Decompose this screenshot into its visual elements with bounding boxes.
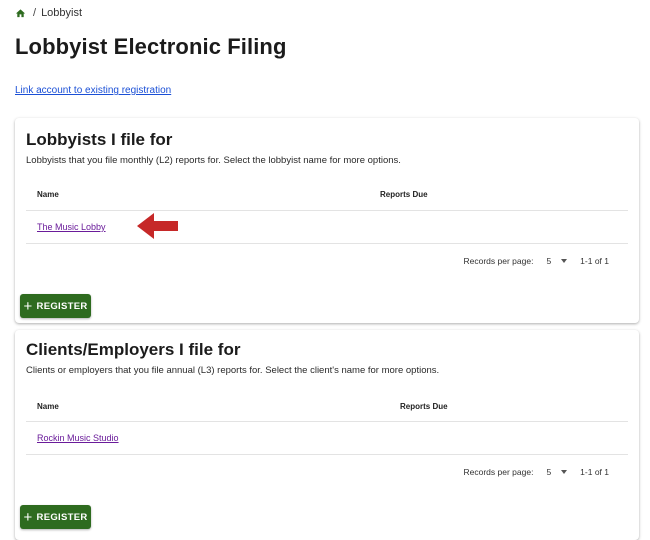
- register-label: REGISTER: [36, 300, 88, 312]
- lobbyist-name-link[interactable]: The Music Lobby: [37, 222, 106, 232]
- register-client-button[interactable]: + REGISTER: [20, 505, 91, 529]
- pagination-range: 1-1 of 1: [580, 256, 609, 266]
- pagination: Records per page: 5 1-1 of 1: [464, 256, 610, 266]
- plus-icon: +: [23, 508, 33, 526]
- lobbyists-card: Lobbyists I file for Lobbyists that you …: [15, 118, 639, 323]
- pagination-range: 1-1 of 1: [580, 467, 609, 477]
- register-label: REGISTER: [36, 511, 88, 523]
- client-name-link[interactable]: Rockin Music Studio: [37, 433, 119, 443]
- records-per-page-label: Records per page:: [463, 467, 534, 477]
- column-header-name[interactable]: Name: [37, 402, 59, 411]
- clients-card: Clients/Employers I file for Clients or …: [15, 330, 639, 540]
- breadcrumb-current: Lobbyist: [41, 7, 83, 19]
- records-per-page-select[interactable]: 5: [546, 256, 551, 266]
- home-icon[interactable]: [15, 8, 26, 19]
- plus-icon: +: [23, 297, 33, 315]
- records-per-page-select[interactable]: 5: [546, 467, 551, 477]
- page-title: Lobbyist Electronic Filing: [15, 34, 287, 59]
- pagination: Records per page: 5 1-1 of 1: [464, 467, 610, 477]
- annotation-arrow-icon: [137, 213, 178, 239]
- link-account-link[interactable]: Link account to existing registration: [15, 85, 171, 96]
- lobbyists-section-description: Lobbyists that you file monthly (L2) rep…: [26, 155, 401, 166]
- clients-section-title: Clients/Employers I file for: [26, 340, 241, 359]
- table-divider: [26, 421, 628, 422]
- column-header-name[interactable]: Name: [37, 190, 59, 199]
- chevron-down-icon[interactable]: [561, 470, 568, 474]
- lobbyists-section-title: Lobbyists I file for: [26, 130, 173, 149]
- column-header-reports-due[interactable]: Reports Due: [400, 402, 448, 411]
- table-divider: [26, 210, 628, 211]
- table-divider: [26, 243, 628, 244]
- chevron-down-icon[interactable]: [561, 259, 568, 263]
- breadcrumb: / Lobbyist: [15, 7, 82, 19]
- register-lobbyist-button[interactable]: + REGISTER: [20, 294, 91, 318]
- breadcrumb-separator: /: [33, 7, 37, 19]
- clients-section-description: Clients or employers that you file annua…: [26, 365, 440, 376]
- table-divider: [26, 454, 628, 455]
- column-header-reports-due[interactable]: Reports Due: [380, 190, 428, 199]
- records-per-page-label: Records per page:: [463, 256, 534, 266]
